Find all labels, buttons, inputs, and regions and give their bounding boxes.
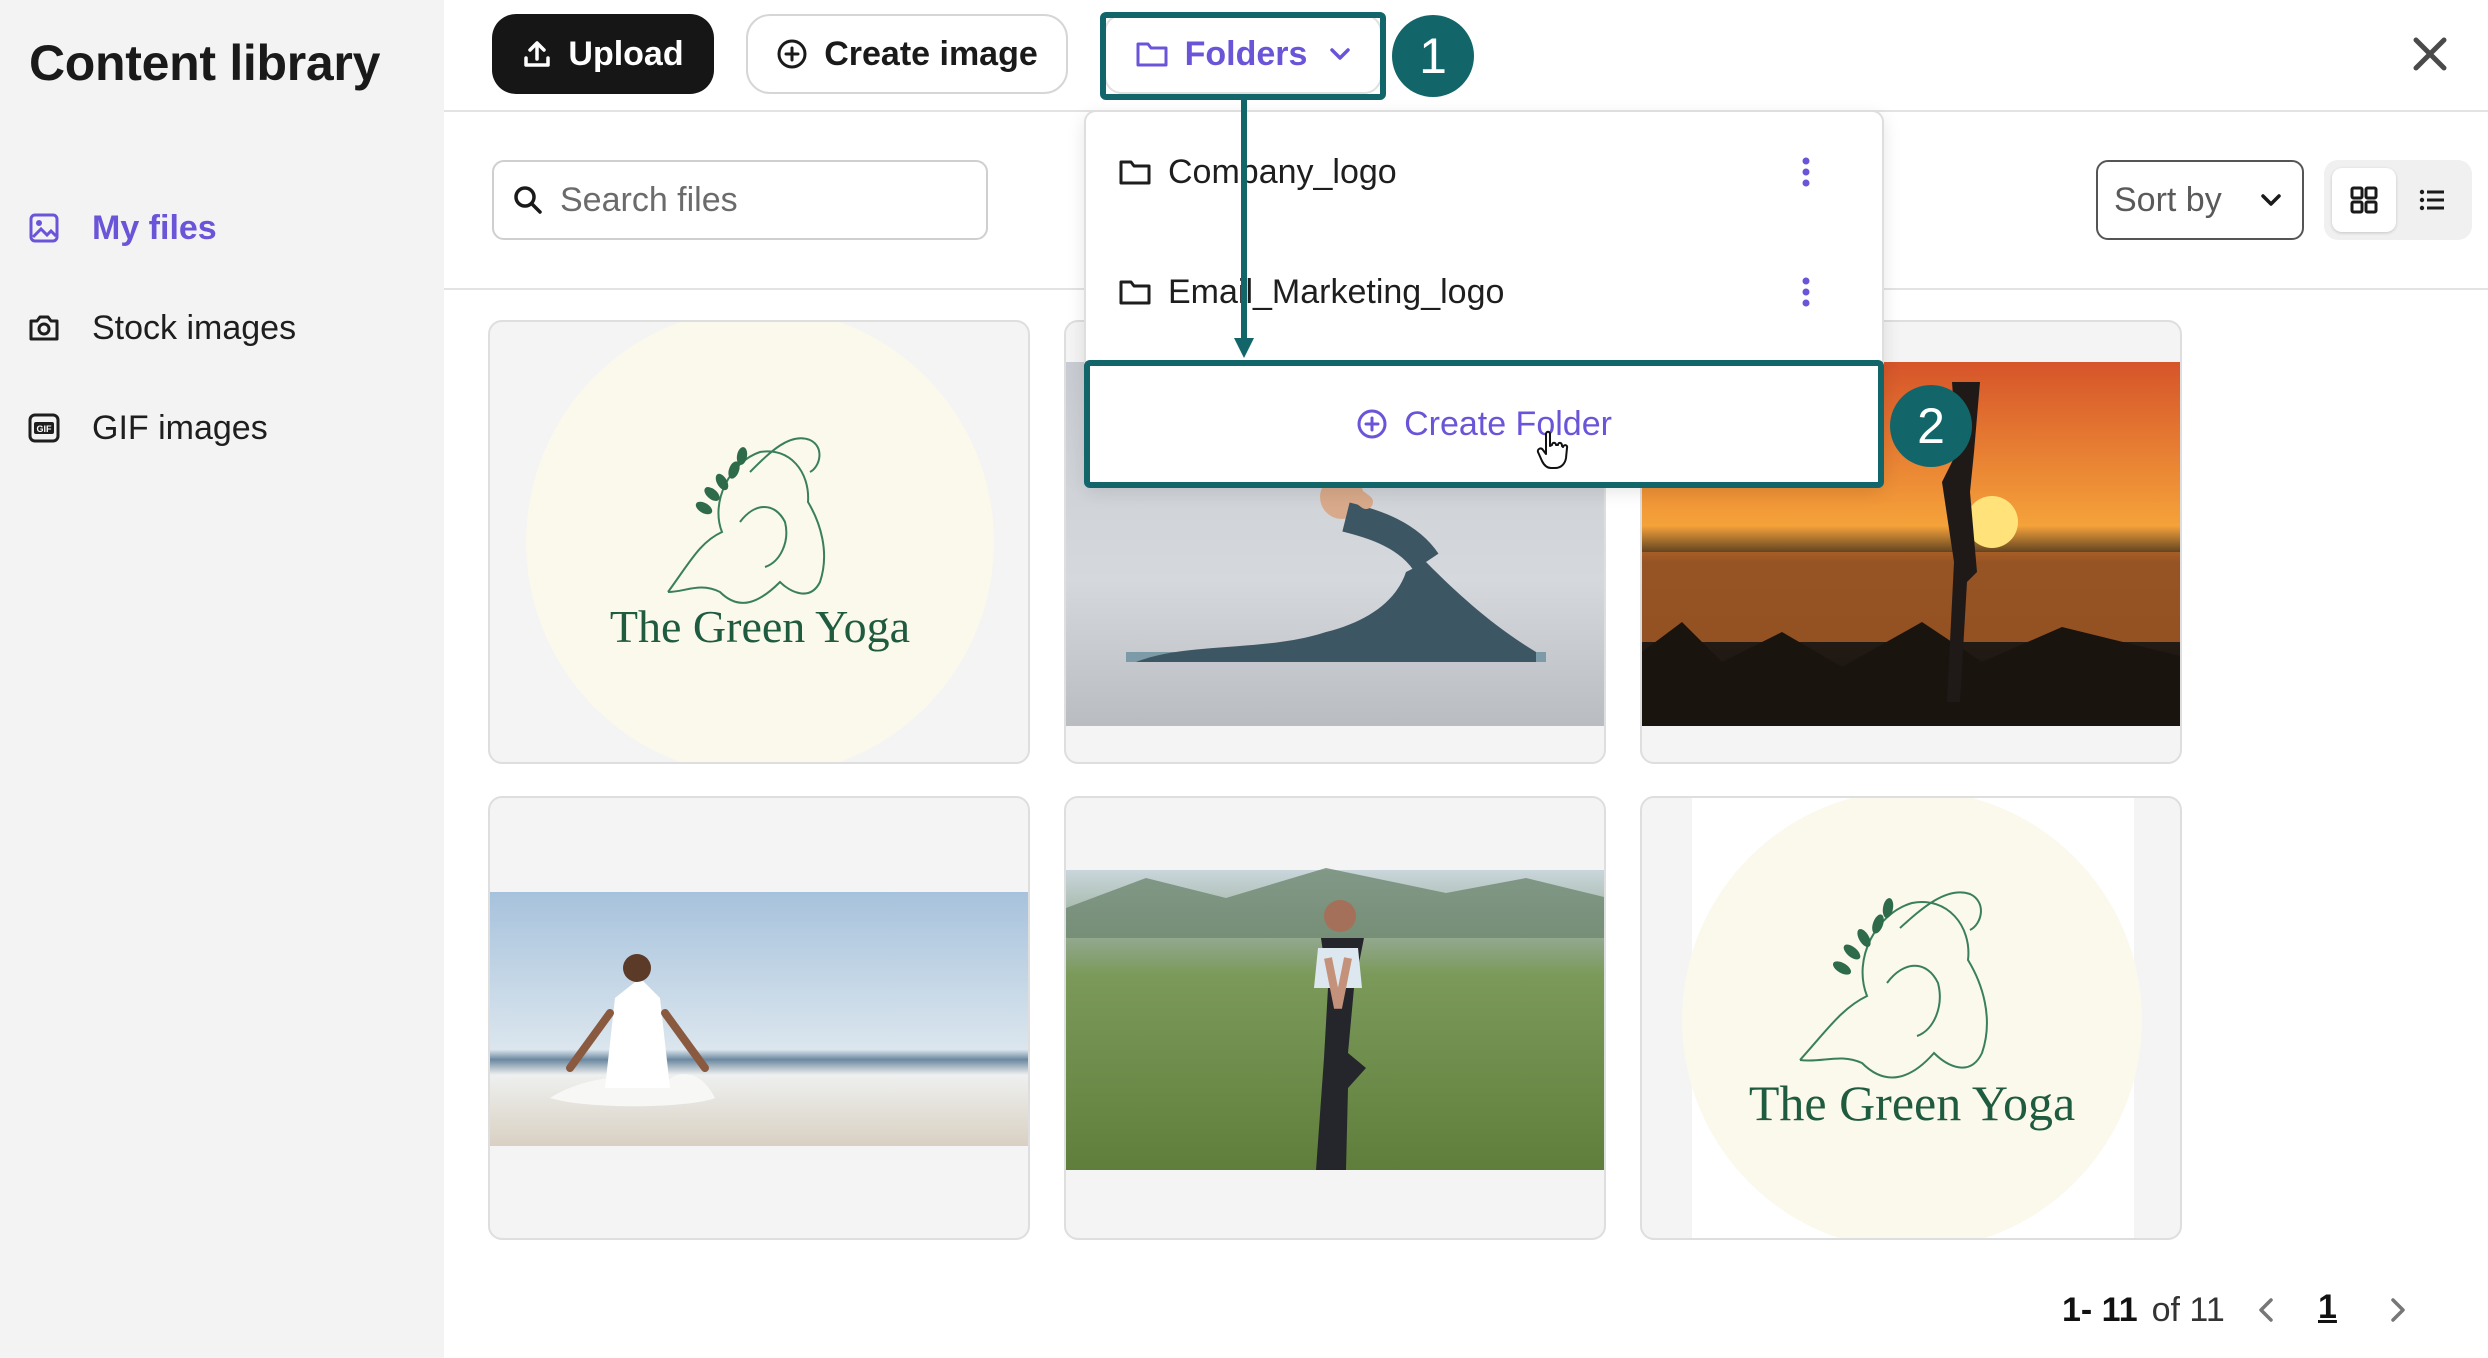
list-icon [2419, 189, 2444, 211]
search-icon [514, 186, 542, 214]
folder-options-button[interactable] [1788, 262, 1824, 322]
search-input[interactable] [560, 180, 960, 220]
pagination-page-1[interactable]: 1 [2318, 1288, 2337, 1327]
close-icon[interactable] [2408, 32, 2452, 76]
sidebar: Content library My files Stock images GI… [0, 0, 444, 1358]
sidebar-title: Content library [29, 35, 381, 91]
file-card[interactable] [488, 796, 1030, 1240]
create-folder-label: Create Folder [1404, 404, 1612, 443]
folder-icon [1136, 42, 1168, 67]
camera-icon [29, 315, 59, 341]
pagination-range: 1- 11 of 11 [2062, 1288, 2225, 1332]
create-folder-button[interactable]: Create Folder [1088, 364, 1880, 484]
folder-item[interactable]: Company_logo [1086, 132, 1882, 212]
folder-name: Company_logo [1168, 152, 1397, 191]
upload-button[interactable]: Upload [492, 14, 714, 94]
green-yoga-logo: The Green Yoga [526, 322, 994, 762]
arrow-down-icon [1234, 100, 1254, 358]
kebab-menu-icon [1802, 277, 1810, 307]
file-card[interactable] [1064, 796, 1606, 1240]
search-box[interactable] [492, 160, 988, 240]
sort-by-select[interactable]: Sort by [2096, 160, 2304, 240]
folder-name: Email_Marketing_logo [1168, 272, 1505, 311]
kebab-menu-icon [1802, 157, 1810, 187]
file-card[interactable]: The Green Yoga [488, 320, 1030, 764]
folders-dropdown-button[interactable]: Folders [1104, 14, 1382, 94]
folders-button-label: Folders [1184, 34, 1308, 73]
folder-options-button[interactable] [1788, 142, 1824, 202]
sidebar-item-label: Stock images [92, 308, 297, 347]
sidebar-item-my-files[interactable]: My files [0, 193, 444, 263]
plus-circle-icon [777, 39, 807, 69]
create-image-button[interactable]: Create image [746, 14, 1068, 94]
logo-text: The Green Yoga [610, 601, 910, 652]
sidebar-item-gif-images[interactable]: GIF GIF images [0, 393, 444, 463]
meadow-yoga-photo [1066, 868, 1604, 1170]
green-yoga-logo: The Green Yoga [1682, 798, 2142, 1238]
gif-icon: GIF [28, 413, 60, 443]
sort-by-label: Sort by [2114, 180, 2222, 219]
pagination-range-value: 1- 11 [2062, 1290, 2138, 1329]
grid-icon [2350, 186, 2378, 214]
create-image-button-label: Create image [824, 34, 1038, 73]
step-2-badge: 2 [1890, 385, 1972, 467]
folder-icon [1119, 160, 1151, 185]
view-toggle [2324, 160, 2472, 240]
svg-text:GIF: GIF [37, 424, 53, 434]
beach-meditation-photo [490, 892, 1028, 1146]
folder-item[interactable]: Email_Marketing_logo [1086, 252, 1882, 332]
chevron-down-icon [1330, 48, 1351, 60]
sidebar-item-label: GIF images [92, 408, 268, 447]
upload-button-label: Upload [568, 34, 684, 73]
step-1-badge: 1 [1392, 15, 1474, 97]
list-view-button[interactable] [2400, 168, 2464, 232]
sidebar-item-label: My files [92, 208, 217, 247]
image-icon [29, 213, 59, 243]
logo-text: The Green Yoga [1749, 1075, 2075, 1131]
hand-cursor-icon [1536, 430, 1569, 469]
sidebar-item-stock-images[interactable]: Stock images [0, 293, 444, 363]
upload-icon [524, 41, 551, 67]
folder-icon [1119, 280, 1151, 305]
chevron-right-icon[interactable] [2384, 1292, 2412, 1328]
file-card[interactable]: The Green Yoga [1640, 796, 2182, 1240]
chevron-left-icon[interactable] [2252, 1292, 2280, 1328]
chevron-down-icon [2261, 194, 2281, 206]
plus-circle-icon [1357, 409, 1387, 439]
pagination-total: of 11 [2151, 1290, 2225, 1329]
grid-view-button[interactable] [2332, 168, 2396, 232]
